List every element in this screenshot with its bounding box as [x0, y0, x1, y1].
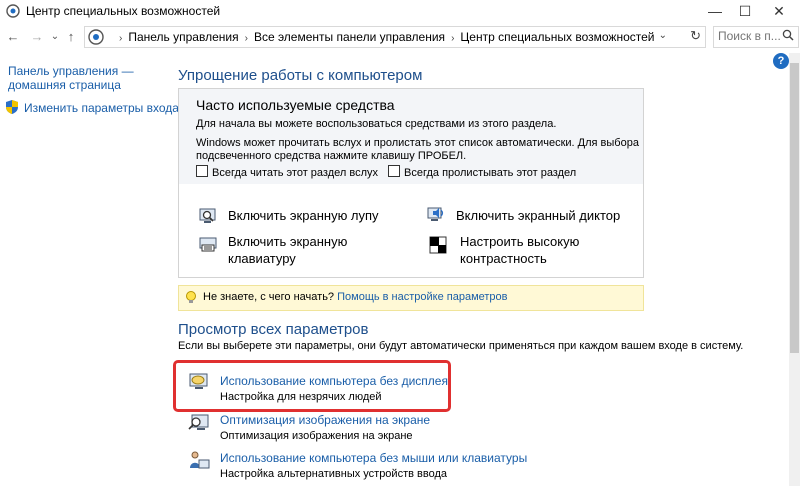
up-button[interactable]: ↑: [62, 27, 80, 47]
breadcrumb-separator: ›: [119, 33, 123, 44]
control-panel-icon: [88, 29, 104, 45]
title-bar: Центр специальных возможностей — ☐ ✕: [0, 0, 800, 22]
help-notice: Не знаете, с чего начать? Помощь в настр…: [178, 285, 644, 311]
breadcrumb-separator: ›: [451, 33, 455, 44]
on-screen-keyboard-line1: Включить экранную: [228, 234, 348, 249]
always-read-checkbox[interactable]: Всегда читать этот раздел вслух: [196, 165, 378, 179]
breadcrumb-separator: ›: [244, 33, 248, 44]
notice-question: Не знаете, с чего начать?: [203, 291, 335, 303]
optimize-display-link[interactable]: Оптимизация изображения на экране: [220, 413, 430, 427]
back-button[interactable]: ←: [4, 27, 22, 47]
always-scan-label: Всегда пролистывать этот раздел: [404, 167, 577, 179]
notice-text: Не знаете, с чего начать? Помощь в настр…: [203, 291, 508, 303]
maximize-button[interactable]: ☐: [728, 0, 762, 22]
vertical-scrollbar[interactable]: [789, 53, 800, 486]
section-title-all-settings: Просмотр всех параметров: [178, 321, 369, 338]
breadcrumb: › Панель управления › Все элементы панели у…: [113, 30, 655, 44]
high-contrast-line1: Настроить высокую: [460, 234, 580, 249]
address-dropdown-button[interactable]: ⌄: [659, 30, 667, 41]
quick-access-panel: Часто используемые средства Для начала в…: [178, 88, 644, 278]
setup-help-link[interactable]: Помощь в настройке параметров: [337, 291, 507, 303]
section-title-ease: Упрощение работы с компьютером: [178, 67, 423, 84]
control-panel-home-link-line2: домашняя страница: [8, 78, 121, 92]
address-toolbar: ← → ⌄ ↑ › Панель управления › Все элементы …: [0, 24, 800, 50]
refresh-button[interactable]: ↻: [690, 28, 701, 44]
control-panel-home-link[interactable]: Панель управления — домашняя страница: [8, 64, 134, 92]
optimize-display-desc: Оптимизация изображения на экране: [220, 430, 413, 442]
quick-access-title: Часто используемые средства: [196, 97, 395, 113]
narrator-icon: [427, 207, 444, 221]
change-signin-settings-link[interactable]: Изменить параметры входа: [24, 101, 179, 115]
no-mouse-keyboard-icon: [190, 451, 210, 469]
all-settings-description: Если вы выберете эти параметры, они буду…: [178, 340, 744, 352]
on-screen-keyboard-icon: [199, 237, 217, 252]
high-contrast-link[interactable]: Настроить высокую контрастность: [460, 233, 579, 267]
lightbulb-icon: [186, 291, 196, 303]
search-box: [713, 26, 799, 48]
quick-access-instructions-2: подсвеченного средства нажмите клавишу П…: [196, 150, 467, 162]
optimize-display-icon: [188, 414, 209, 430]
help-button[interactable]: ?: [773, 53, 789, 69]
narrator-link[interactable]: Включить экранный диктор: [456, 207, 620, 224]
no-mouse-keyboard-link[interactable]: Использование компьютера без мыши или кл…: [220, 451, 527, 465]
checkbox-box[interactable]: [388, 165, 400, 177]
window-title: Центр специальных возможностей: [26, 4, 221, 18]
magnifier-icon: [199, 208, 216, 223]
minimize-button[interactable]: —: [698, 0, 732, 22]
checkbox-box[interactable]: [196, 165, 208, 177]
breadcrumb-ease-of-access[interactable]: Центр специальных возможностей: [460, 30, 654, 44]
breadcrumb-control-panel[interactable]: Панель управления: [128, 30, 238, 44]
uac-shield-icon: [6, 100, 18, 114]
close-button[interactable]: ✕: [762, 0, 796, 22]
address-field[interactable]: › Панель управления › Все элементы панели у…: [84, 26, 706, 48]
search-input[interactable]: [714, 27, 784, 45]
highlight-annotation: [173, 360, 451, 412]
control-panel-home-link-line1: Панель управления —: [8, 64, 134, 78]
ease-of-access-icon: [6, 4, 20, 18]
always-scan-checkbox[interactable]: Всегда пролистывать этот раздел: [388, 165, 576, 179]
quick-access-instructions-1: Windows может прочитать вслух и пролиста…: [196, 137, 639, 149]
always-read-label: Всегда читать этот раздел вслух: [212, 167, 379, 179]
forward-button[interactable]: →: [28, 27, 46, 47]
search-icon[interactable]: [782, 29, 794, 41]
on-screen-keyboard-line2: клавиатуру: [228, 251, 296, 266]
quick-access-header: Часто используемые средства Для начала в…: [179, 89, 643, 184]
breadcrumb-all-items[interactable]: Все элементы панели управления: [254, 30, 445, 44]
quick-access-intro: Для начала вы можете воспользоваться сре…: [196, 118, 557, 130]
magnifier-link[interactable]: Включить экранную лупу: [228, 207, 379, 224]
high-contrast-line2: контрастность: [460, 251, 547, 266]
high-contrast-icon: [429, 236, 447, 254]
on-screen-keyboard-link[interactable]: Включить экранную клавиатуру: [228, 233, 347, 267]
no-mouse-keyboard-desc: Настройка альтернативных устройств ввода: [220, 468, 447, 480]
scrollbar-thumb[interactable]: [790, 63, 799, 353]
